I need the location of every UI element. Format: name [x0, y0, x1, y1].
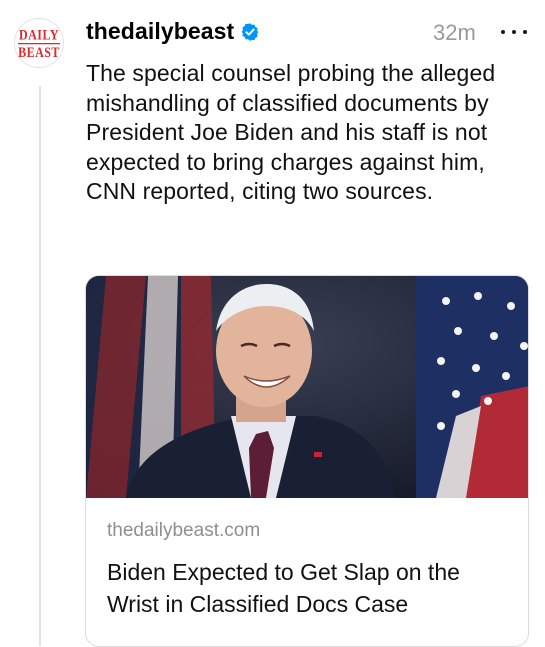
timestamp: 32m — [433, 20, 476, 45]
username-row: thedailybeast — [86, 18, 260, 45]
more-options-icon[interactable] — [501, 22, 527, 42]
link-preview-card[interactable]: thedailybeast.com Biden Expected to Get … — [85, 275, 529, 647]
thread-line — [39, 86, 41, 646]
username[interactable]: thedailybeast — [86, 18, 234, 45]
daily-beast-logo: DAILY BEAST — [18, 25, 60, 61]
logo-line-2: BEAST — [18, 43, 60, 61]
post-text: The special counsel probing the alleged … — [86, 60, 496, 205]
card-domain: thedailybeast.com — [107, 520, 261, 541]
article-image — [86, 276, 528, 498]
logo-line-1: DAILY — [18, 25, 60, 43]
verified-badge-icon — [241, 22, 259, 41]
card-title[interactable]: Biden Expected to Get Slap on the Wrist … — [107, 556, 507, 620]
avatar[interactable]: DAILY BEAST — [14, 18, 64, 68]
